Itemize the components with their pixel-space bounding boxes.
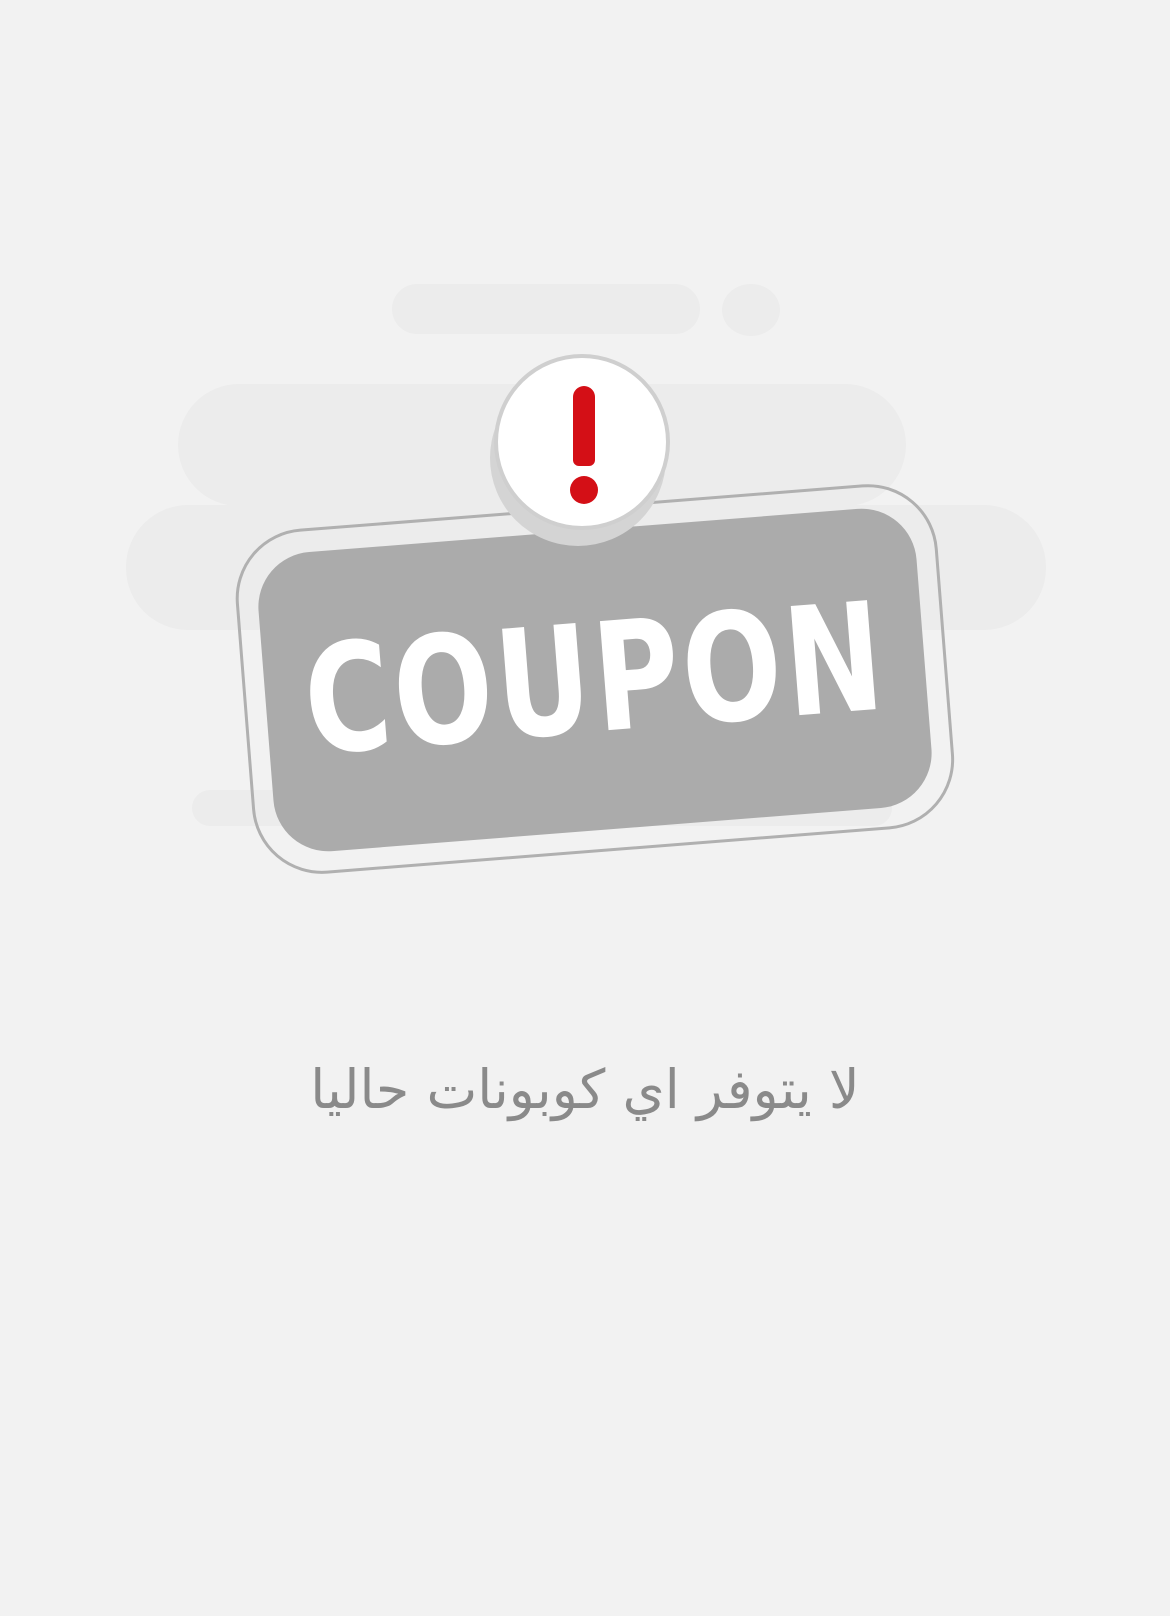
exclamation-bar [573,386,595,466]
exclamation-dot [570,476,598,504]
background-placeholder-pill [392,284,700,334]
empty-state-message: لا يتوفر اي كوبونات حاليا [310,1058,860,1121]
coupon-stamp-illustration: COUPON [230,478,960,880]
coupon-stamp: COUPON [254,504,936,856]
coupon-stamp-label: COUPON [297,570,893,790]
exclamation-circle-icon [494,354,670,530]
background-placeholder-dot [722,284,780,336]
